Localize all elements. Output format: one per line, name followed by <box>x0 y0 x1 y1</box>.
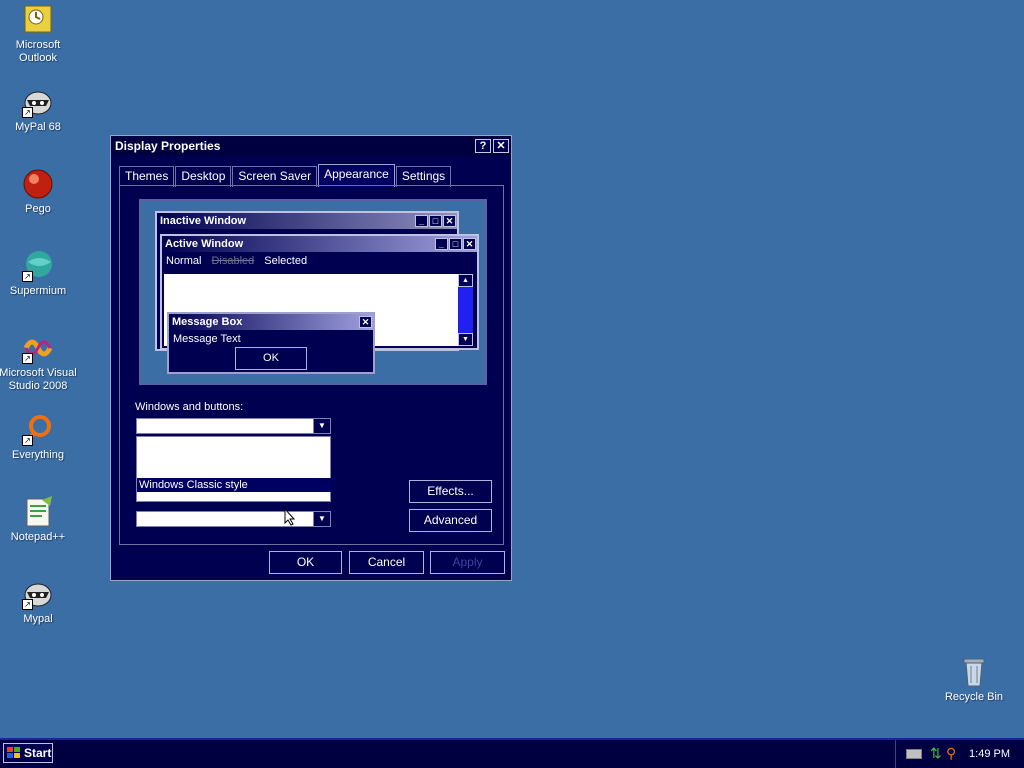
close-icon: ✕ <box>359 316 372 328</box>
windows-buttons-combo[interactable]: ▼ <box>136 418 331 434</box>
taskbar: Start ⇅ ⚲ 1:49 PM <box>0 738 1024 768</box>
desktop-icon-label: MyPal 68 <box>15 121 61 133</box>
preview-scrollbar: ▲ ▼ <box>458 274 473 346</box>
desktop-icon-mypal-68[interactable]: ↗ MyPal 68 <box>0 86 78 134</box>
dropdown-arrow-icon[interactable]: ▼ <box>313 512 330 526</box>
desktop-icon-mypal[interactable]: ↗ Mypal <box>0 578 78 626</box>
dropdown-option-classic[interactable]: Windows Classic style <box>137 478 331 492</box>
dialog-title-bar[interactable]: Display Properties ? ✕ <box>111 136 511 156</box>
desktop-icon-label: Recycle Bin <box>944 691 1004 703</box>
msgbox-text: Message Text <box>173 333 241 345</box>
desktop-icon-outlook[interactable]: Microsoft Outlook <box>0 4 78 65</box>
mypal-icon: ↗ <box>22 578 54 610</box>
tab-settings[interactable]: Settings <box>395 166 452 187</box>
network-icon[interactable]: ⇅ <box>930 745 942 762</box>
help-button[interactable]: ? <box>475 139 491 153</box>
shortcut-arrow-icon: ↗ <box>22 599 33 610</box>
desktop-icon-everything[interactable]: ↗ Everything <box>0 414 78 462</box>
minimize-icon: _ <box>435 238 448 250</box>
menu-normal: Normal <box>166 255 202 267</box>
desktop-icon-supermium[interactable]: ↗ Supermium <box>0 250 78 298</box>
system-tray: ⇅ ⚲ 1:49 PM <box>895 740 1024 768</box>
desktop-icon-pego[interactable]: Pego <box>0 168 78 216</box>
ok-button[interactable]: OK <box>269 551 342 574</box>
appearance-preview: Inactive Window _ □ ✕ Active Window _ □ … <box>139 199 487 385</box>
mouse-cursor-icon <box>284 508 296 526</box>
keyboard-icon[interactable] <box>906 749 922 759</box>
tab-themes[interactable]: Themes <box>119 166 175 187</box>
minimize-icon: _ <box>415 215 428 227</box>
cancel-button[interactable]: Cancel <box>349 551 424 574</box>
active-title-bar: Active Window _ □ ✕ <box>162 236 477 252</box>
start-button[interactable]: Start <box>3 743 53 763</box>
recycle-bin-icon <box>958 656 990 688</box>
inactive-title-bar: Inactive Window _ □ ✕ <box>157 213 457 229</box>
active-window-title: Active Window <box>165 238 244 250</box>
desktop-icon-label: Microsoft Visual Studio 2008 <box>0 367 77 392</box>
menu-disabled: Disabled <box>211 255 255 267</box>
desktop-icon-label: Notepad++ <box>10 531 66 543</box>
appearance-panel: Inactive Window _ □ ✕ Active Window _ □ … <box>119 185 504 545</box>
maximize-icon: □ <box>429 215 442 227</box>
pego-icon <box>22 168 54 200</box>
tab-appearance[interactable]: Appearance <box>318 164 395 187</box>
scroll-down-icon: ▼ <box>458 333 473 346</box>
close-button[interactable]: ✕ <box>493 139 509 153</box>
notepadpp-icon <box>22 496 54 528</box>
desktop-icon-visual-studio[interactable]: ↗ Microsoft Visual Studio 2008 <box>0 332 78 393</box>
menu-selected: Selected <box>264 255 308 267</box>
desktop-icon-label: Microsoft Outlook <box>15 39 61 64</box>
search-icon[interactable]: ⚲ <box>946 745 956 762</box>
font-size-combo[interactable]: ▼ <box>136 511 331 527</box>
dropdown-arrow-icon[interactable]: ▼ <box>313 419 330 433</box>
shortcut-arrow-icon: ↗ <box>22 353 33 364</box>
windows-logo-icon <box>7 747 20 758</box>
preview-message-box: Message Box ✕ Message Text OK <box>167 312 375 374</box>
advanced-button[interactable]: Advanced <box>409 509 492 532</box>
close-icon: ✕ <box>443 215 456 227</box>
tab-screen-saver[interactable]: Screen Saver <box>232 166 318 187</box>
desktop-icon-label: Mypal <box>23 613 53 625</box>
msgbox-title-bar: Message Box ✕ <box>169 314 373 330</box>
mypal-icon: ↗ <box>22 86 54 118</box>
shortcut-arrow-icon: ↗ <box>22 435 33 446</box>
msgbox-title: Message Box <box>172 316 243 328</box>
outlook-icon <box>22 4 54 36</box>
apply-button[interactable]: Apply <box>430 551 505 574</box>
inactive-window-title: Inactive Window <box>160 215 247 227</box>
visual-studio-icon: ↗ <box>22 332 54 364</box>
supermium-icon: ↗ <box>22 250 54 282</box>
preview-menu-row: Normal Disabled Selected <box>162 252 477 270</box>
desktop-icon-label: Everything <box>12 449 64 461</box>
everything-icon: ↗ <box>22 414 54 446</box>
msgbox-ok-button: OK <box>235 347 307 370</box>
shortcut-arrow-icon: ↗ <box>22 107 33 118</box>
effects-button[interactable]: Effects... <box>409 480 492 503</box>
start-label: Start <box>24 746 52 760</box>
windows-buttons-dropdown-list: Windows Classic style <box>136 436 331 502</box>
maximize-icon: □ <box>449 238 462 250</box>
clock[interactable]: 1:49 PM <box>969 748 1010 760</box>
scroll-up-icon: ▲ <box>458 274 473 287</box>
desktop-icon-notepadpp[interactable]: Notepad++ <box>0 496 78 544</box>
desktop-icon-label: Supermium <box>9 285 67 297</box>
tab-desktop[interactable]: Desktop <box>175 166 232 187</box>
close-icon: ✕ <box>463 238 476 250</box>
display-properties-dialog: Display Properties ? ✕ Themes Desktop Sc… <box>110 135 512 581</box>
desktop-icon-label: Pego <box>25 203 51 215</box>
windows-buttons-label: Windows and buttons: <box>135 401 244 413</box>
desktop-icon-recycle-bin[interactable]: Recycle Bin <box>934 656 1014 704</box>
dialog-title: Display Properties <box>115 139 221 153</box>
shortcut-arrow-icon: ↗ <box>22 271 33 282</box>
